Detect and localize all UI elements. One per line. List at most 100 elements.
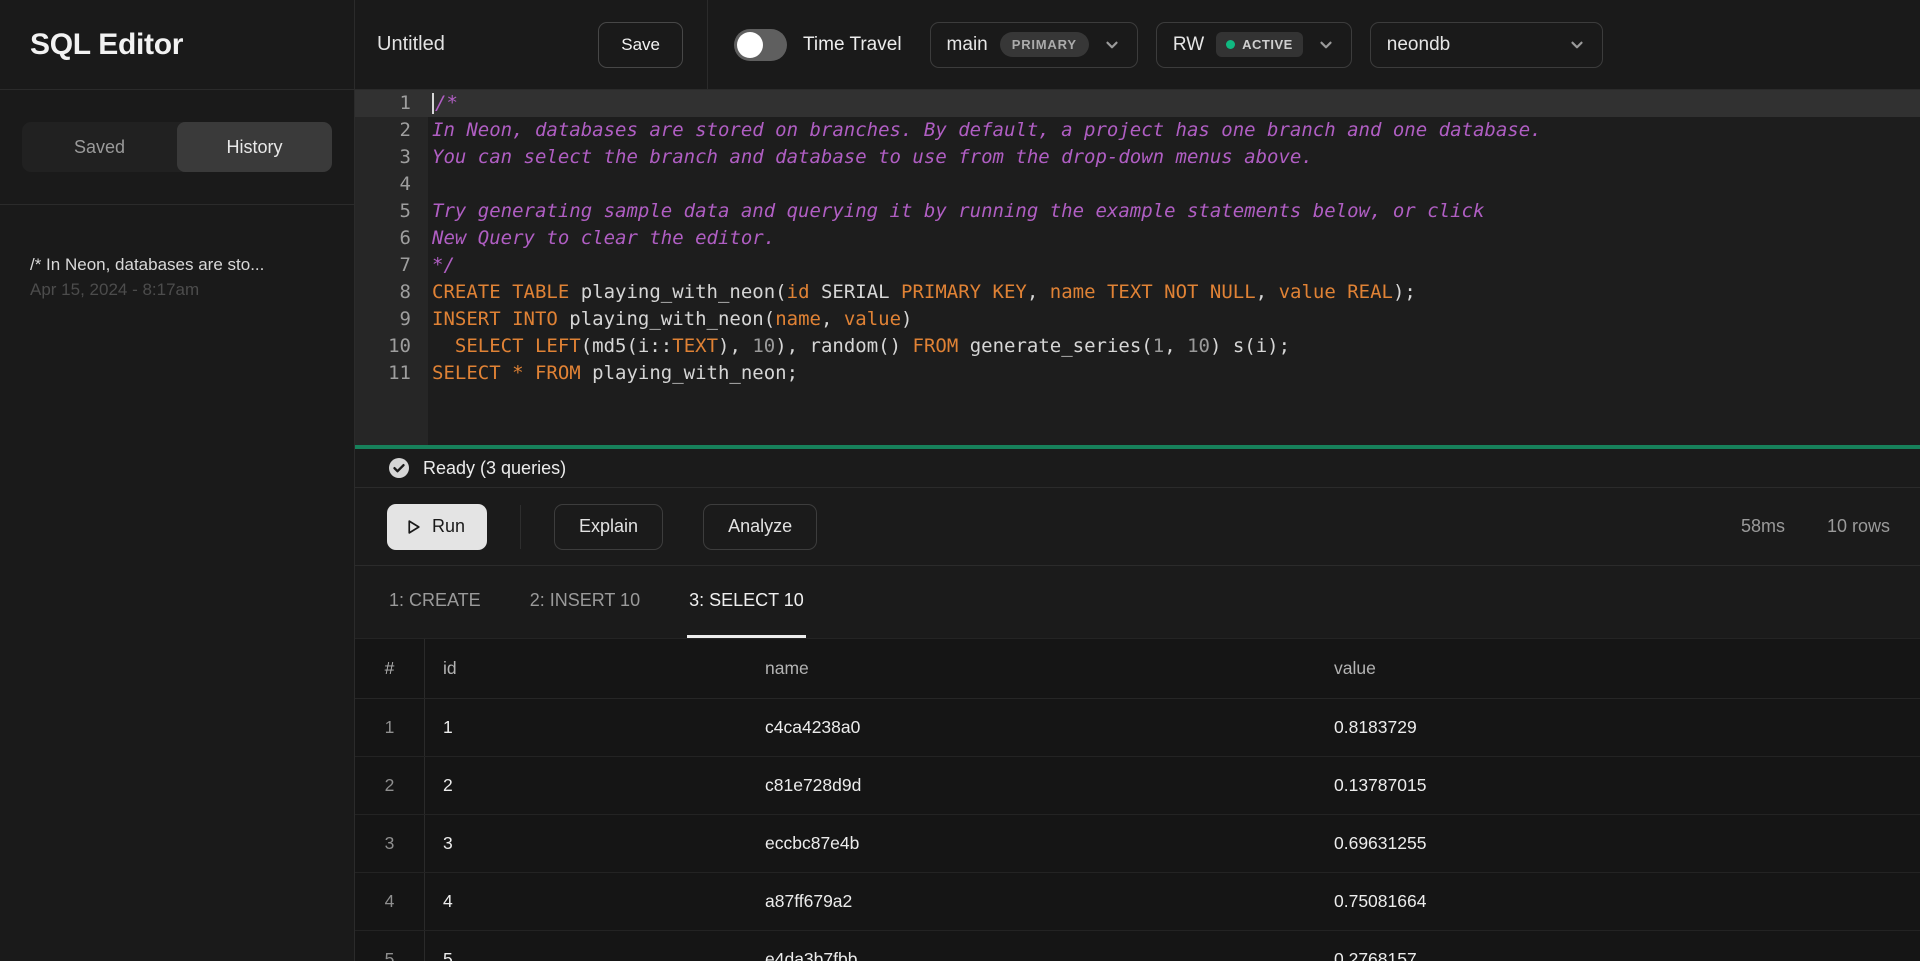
table-cell: 0.8183729: [1316, 699, 1920, 756]
query-duration: 58ms: [1741, 516, 1785, 537]
line-number: 5: [355, 198, 428, 225]
results-table: #idnamevalue11c4ca4238a00.818372922c81e7…: [355, 639, 1920, 961]
code-line[interactable]: 6New Query to clear the editor.: [355, 225, 1920, 252]
line-number: 3: [355, 144, 428, 171]
line-number: 10: [355, 333, 428, 360]
query-title: Untitled: [377, 33, 445, 56]
line-number: 2: [355, 117, 428, 144]
code-line[interactable]: 2In Neon, databases are stored on branch…: [355, 117, 1920, 144]
code-line[interactable]: 11SELECT * FROM playing_with_neon;: [355, 360, 1920, 387]
query-header-section: Untitled Save: [355, 0, 708, 89]
column-header-name: name: [747, 639, 1316, 698]
analyze-button[interactable]: Analyze: [703, 504, 817, 550]
saved-history-switch: SavedHistory: [22, 122, 332, 172]
code-line[interactable]: 9INSERT INTO playing_with_neon(name, val…: [355, 306, 1920, 333]
line-number: 7: [355, 252, 428, 279]
table-row[interactable]: 55e4da3b7fbb0.2768157: [355, 931, 1920, 961]
table-cell: 1: [355, 699, 425, 756]
code-text: /*: [428, 90, 1920, 117]
time-travel-group: Time Travel: [734, 29, 902, 61]
main-panel: Untitled Save Time Travel main PRIMARY R…: [355, 0, 1920, 961]
time-travel-label: Time Travel: [803, 34, 902, 56]
result-tab-1-create[interactable]: 1: CREATE: [387, 566, 483, 638]
status-row: Ready (3 queries): [355, 449, 1920, 488]
result-row-count: 10 rows: [1827, 516, 1890, 537]
branch-selector[interactable]: main PRIMARY: [930, 22, 1138, 68]
table-cell: a87ff679a2: [747, 873, 1316, 930]
vertical-divider: [520, 505, 521, 549]
table-cell: 3: [355, 815, 425, 872]
code-text: New Query to clear the editor.: [428, 225, 1920, 252]
database-selector[interactable]: neondb: [1370, 22, 1603, 68]
code-line[interactable]: 10 SELECT LEFT(md5(i::TEXT), 10), random…: [355, 333, 1920, 360]
sql-code-editor[interactable]: 1/*2In Neon, databases are stored on bra…: [355, 90, 1920, 445]
table-row[interactable]: 22c81e728d9d0.13787015: [355, 757, 1920, 815]
table-cell: e4da3b7fbb: [747, 931, 1316, 961]
explain-button[interactable]: Explain: [554, 504, 663, 550]
branch-name: main: [947, 34, 988, 56]
code-text: INSERT INTO playing_with_neon(name, valu…: [428, 306, 1920, 333]
history-list: /* In Neon, databases are sto...Apr 15, …: [0, 205, 354, 351]
line-number: 8: [355, 279, 428, 306]
run-stats: 58ms 10 rows: [1741, 516, 1890, 537]
table-cell: 0.13787015: [1316, 757, 1920, 814]
code-text: CREATE TABLE playing_with_neon(id SERIAL…: [428, 279, 1920, 306]
code-text: Try generating sample data and querying …: [428, 198, 1920, 225]
toggle-knob-icon: [737, 32, 763, 58]
column-header-value: value: [1316, 639, 1920, 698]
code-text: In Neon, databases are stored on branche…: [428, 117, 1920, 144]
table-cell: 0.69631255: [1316, 815, 1920, 872]
active-dot-icon: [1226, 40, 1235, 49]
play-icon: [405, 518, 422, 536]
code-line[interactable]: 5Try generating sample data and querying…: [355, 198, 1920, 225]
table-cell: 0.2768157: [1316, 931, 1920, 961]
actions-row: Run Explain Analyze 58ms 10 rows: [355, 488, 1920, 566]
code-line[interactable]: 7*/: [355, 252, 1920, 279]
table-cell: 3: [425, 815, 747, 872]
time-travel-toggle[interactable]: [734, 29, 787, 61]
code-line[interactable]: 4: [355, 171, 1920, 198]
code-text: You can select the branch and database t…: [428, 144, 1920, 171]
code-line[interactable]: 8CREATE TABLE playing_with_neon(id SERIA…: [355, 279, 1920, 306]
chevron-down-icon: [1317, 36, 1335, 54]
database-name: neondb: [1387, 34, 1450, 56]
sidebar: SQL Editor SavedHistory /* In Neon, data…: [0, 0, 355, 961]
history-item-timestamp: Apr 15, 2024 - 8:17am: [30, 277, 324, 303]
sidebar-tab-history[interactable]: History: [177, 122, 332, 172]
sidebar-header: SQL Editor: [0, 0, 354, 90]
result-tab-3-select-10[interactable]: 3: SELECT 10: [687, 566, 806, 638]
code-text: SELECT LEFT(md5(i::TEXT), 10), random() …: [428, 333, 1920, 360]
history-list-item[interactable]: /* In Neon, databases are sto...Apr 15, …: [30, 253, 324, 303]
page-title: SQL Editor: [30, 28, 183, 62]
text-cursor: [432, 93, 434, 114]
sidebar-tabs-wrap: SavedHistory: [0, 90, 354, 205]
table-cell: c4ca4238a0: [747, 699, 1316, 756]
sidebar-tab-saved[interactable]: Saved: [22, 122, 177, 172]
compute-selector[interactable]: RW ACTIVE: [1156, 22, 1352, 68]
table-row[interactable]: 11c4ca4238a00.8183729: [355, 699, 1920, 757]
code-line[interactable]: 3You can select the branch and database …: [355, 144, 1920, 171]
column-header-id: id: [425, 639, 747, 698]
branch-primary-badge: PRIMARY: [1000, 32, 1089, 57]
table-cell: 2: [425, 757, 747, 814]
code-line[interactable]: 1/*: [355, 90, 1920, 117]
save-button[interactable]: Save: [598, 22, 683, 68]
compute-name: RW: [1173, 34, 1204, 56]
chevron-down-icon: [1103, 36, 1121, 54]
line-number: 11: [355, 360, 428, 387]
table-row[interactable]: 33eccbc87e4b0.69631255: [355, 815, 1920, 873]
chevron-down-icon: [1568, 36, 1586, 54]
table-cell: 0.75081664: [1316, 873, 1920, 930]
table-cell: 1: [425, 699, 747, 756]
table-cell: 2: [355, 757, 425, 814]
table-cell: c81e728d9d: [747, 757, 1316, 814]
result-tab-2-insert-10[interactable]: 2: INSERT 10: [528, 566, 642, 638]
code-text: SELECT * FROM playing_with_neon;: [428, 360, 1920, 387]
code-text: */: [428, 252, 1920, 279]
run-button[interactable]: Run: [387, 504, 487, 550]
table-cell: 4: [355, 873, 425, 930]
column-header-index: #: [355, 639, 425, 698]
line-number: 9: [355, 306, 428, 333]
table-row[interactable]: 44a87ff679a20.75081664: [355, 873, 1920, 931]
table-cell: eccbc87e4b: [747, 815, 1316, 872]
